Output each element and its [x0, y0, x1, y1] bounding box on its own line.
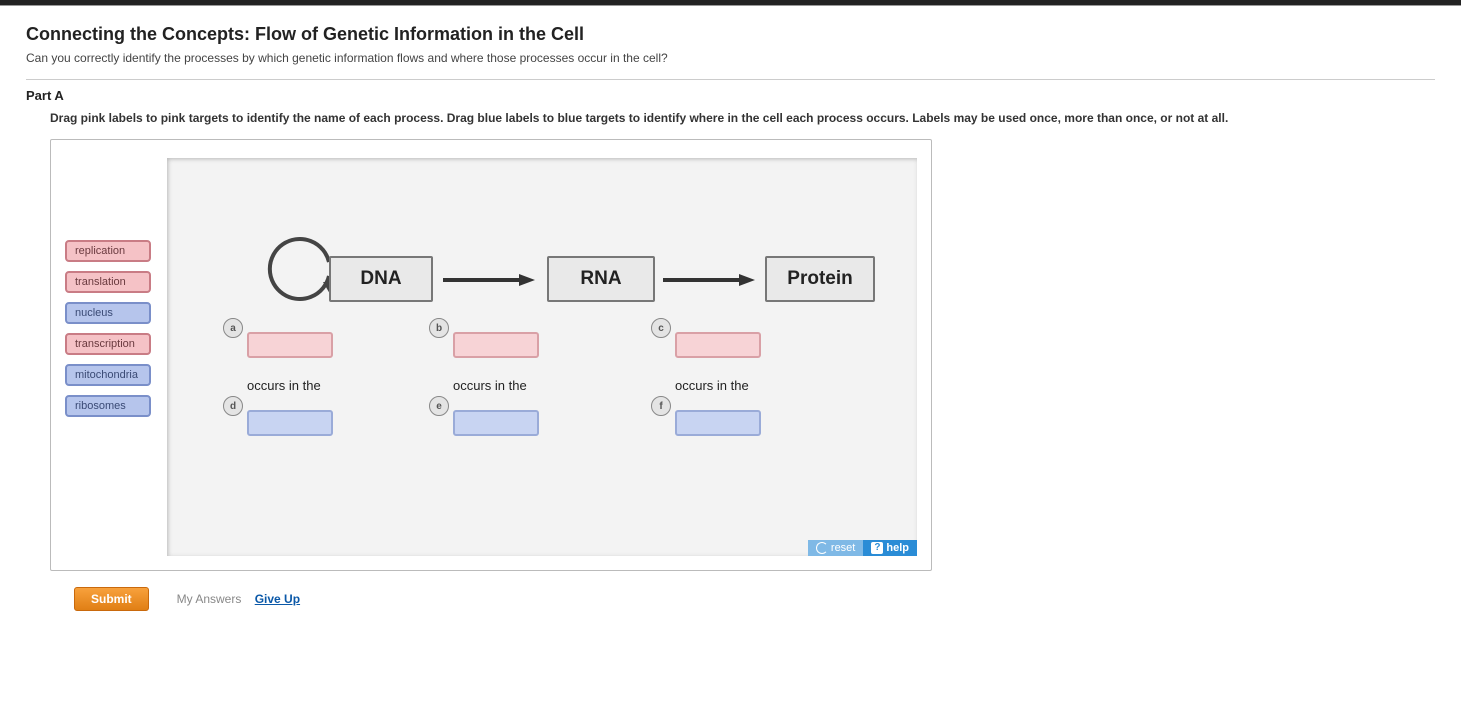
drag-label-ribosomes[interactable]: ribosomes: [65, 395, 151, 417]
arrow-rna-to-protein-icon: [663, 273, 755, 283]
footer-row: Submit My Answers Give Up: [74, 587, 1435, 611]
part-label: Part A: [26, 88, 1435, 103]
arrow-dna-to-rna-icon: [443, 273, 535, 283]
reset-label: reset: [831, 542, 855, 554]
drop-target-c[interactable]: [675, 332, 761, 358]
submit-button[interactable]: Submit: [74, 587, 149, 611]
drop-target-a[interactable]: [247, 332, 333, 358]
drag-label-translation[interactable]: translation: [65, 271, 151, 293]
drag-label-replication[interactable]: replication: [65, 240, 151, 262]
page-body: Connecting the Concepts: Flow of Genetic…: [0, 6, 1461, 651]
drop-target-e[interactable]: [453, 410, 539, 436]
drop-target-f[interactable]: [675, 410, 761, 436]
flow-box-protein: Protein: [765, 256, 875, 302]
marker-d: d: [223, 396, 243, 416]
divider: [26, 79, 1435, 80]
occurs-label-b: occurs in the: [453, 378, 527, 393]
page-title: Connecting the Concepts: Flow of Genetic…: [26, 24, 1435, 45]
give-up-link[interactable]: Give Up: [255, 592, 300, 606]
flow-box-dna: DNA: [329, 256, 433, 302]
footer-links: My Answers Give Up: [177, 592, 300, 606]
drag-label-mitochondria[interactable]: mitochondria: [65, 364, 151, 386]
flow-box-rna: RNA: [547, 256, 655, 302]
drag-label-nucleus[interactable]: nucleus: [65, 302, 151, 324]
marker-b: b: [429, 318, 449, 338]
marker-f: f: [651, 396, 671, 416]
help-label: help: [886, 542, 909, 554]
part-instructions: Drag pink labels to pink targets to iden…: [50, 111, 1435, 125]
help-icon: ?: [871, 542, 883, 554]
page-subtitle: Can you correctly identify the processes…: [26, 51, 1435, 65]
reset-icon: [816, 542, 828, 554]
my-answers-link[interactable]: My Answers: [177, 592, 242, 606]
marker-a: a: [223, 318, 243, 338]
label-palette: replication translation nucleus transcri…: [65, 240, 151, 417]
drop-target-d[interactable]: [247, 410, 333, 436]
activity-frame: replication translation nucleus transcri…: [50, 139, 932, 571]
canvas-controls: reset ? help: [808, 540, 917, 556]
occurs-label-a: occurs in the: [247, 378, 321, 393]
marker-c: c: [651, 318, 671, 338]
help-button[interactable]: ? help: [863, 540, 917, 556]
occurs-label-c: occurs in the: [675, 378, 749, 393]
diagram-canvas: DNA RNA Protein a b c: [167, 158, 917, 556]
marker-e: e: [429, 396, 449, 416]
drop-target-b[interactable]: [453, 332, 539, 358]
reset-button[interactable]: reset: [808, 540, 863, 556]
drag-label-transcription[interactable]: transcription: [65, 333, 151, 355]
